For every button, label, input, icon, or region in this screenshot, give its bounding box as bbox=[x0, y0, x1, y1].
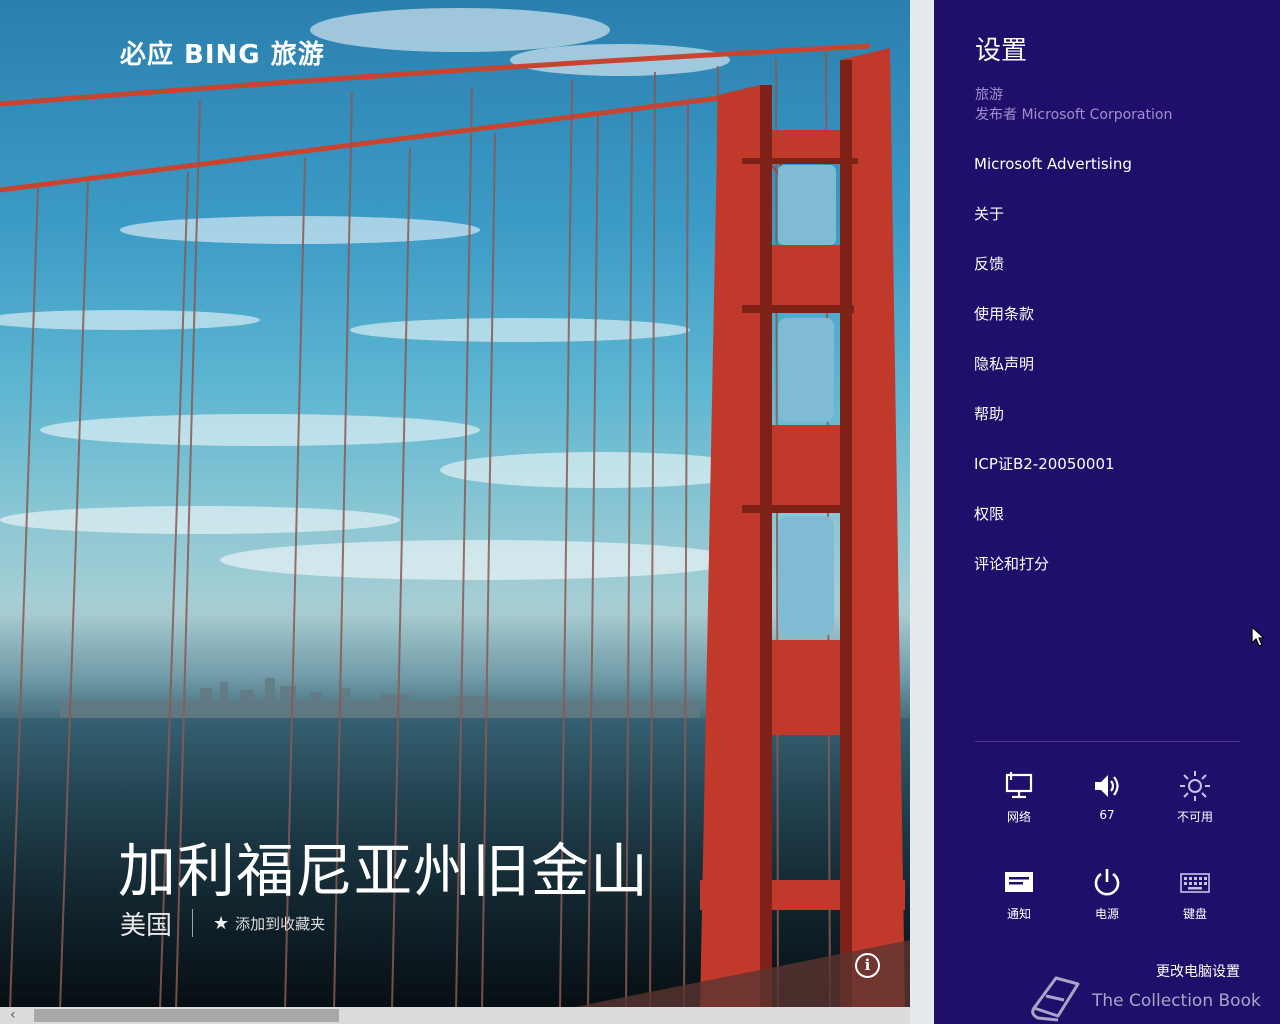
app-title: 必应 BING 旅游 bbox=[120, 40, 325, 70]
watermark-text: The Collection Book bbox=[1092, 991, 1261, 1011]
settings-item-help[interactable]: 帮助 bbox=[974, 402, 1254, 452]
watermark: The Collection Book bbox=[1028, 974, 1261, 1022]
settings-item-privacy[interactable]: 隐私声明 bbox=[974, 352, 1254, 402]
info-icon[interactable]: i bbox=[855, 953, 880, 978]
settings-title: 设置 bbox=[975, 36, 1028, 66]
settings-publisher: 发布者 Microsoft Corporation bbox=[975, 107, 1173, 123]
brightness-icon bbox=[1151, 768, 1239, 804]
keyboard-tile[interactable]: 键盘 bbox=[1151, 865, 1239, 922]
volume-tile[interactable]: 67 bbox=[1063, 768, 1151, 825]
brightness-label: 不可用 bbox=[1176, 810, 1213, 824]
destination-meta: 美国 ★ 添加到收藏夹 bbox=[120, 906, 325, 941]
network-tile[interactable]: 网络 bbox=[975, 768, 1063, 825]
power-label: 电源 bbox=[1094, 907, 1119, 921]
system-tiles: 网络 67 不可用 通知 电源 键盘 bbox=[975, 768, 1240, 962]
settings-menu: Microsoft Advertising 关于 反馈 使用条款 隐私声明 帮助… bbox=[974, 152, 1254, 602]
horizontal-scrollbar[interactable]: ‹ bbox=[0, 1007, 910, 1024]
power-icon bbox=[1063, 865, 1151, 901]
keyboard-icon bbox=[1151, 865, 1239, 901]
add-to-favorites-button[interactable]: ★ 添加到收藏夹 bbox=[213, 913, 325, 934]
network-label: 网络 bbox=[1006, 810, 1031, 824]
settings-item-icp[interactable]: ICP证B2-20050001 bbox=[974, 452, 1254, 502]
settings-separator bbox=[975, 741, 1240, 742]
settings-item-terms-of-use[interactable]: 使用条款 bbox=[974, 302, 1254, 352]
destination-country: 美国 bbox=[120, 910, 173, 941]
keyboard-label: 键盘 bbox=[1182, 907, 1207, 921]
mouse-cursor-icon bbox=[1251, 626, 1265, 647]
notifications-icon bbox=[975, 865, 1063, 901]
star-icon: ★ bbox=[213, 912, 230, 934]
brightness-tile[interactable]: 不可用 bbox=[1151, 768, 1239, 825]
settings-item-permissions[interactable]: 权限 bbox=[974, 502, 1254, 552]
volume-icon bbox=[1063, 768, 1151, 804]
meta-divider bbox=[192, 909, 194, 937]
settings-app-name: 旅游 bbox=[975, 87, 1003, 103]
power-tile[interactable]: 电源 bbox=[1063, 865, 1151, 922]
settings-charm-panel: 设置 旅游 发布者 Microsoft Corporation Microsof… bbox=[934, 0, 1280, 1024]
notifications-label: 通知 bbox=[1006, 907, 1031, 921]
app-edge-strip bbox=[910, 0, 934, 1024]
network-icon bbox=[975, 768, 1063, 804]
settings-item-microsoft-advertising[interactable]: Microsoft Advertising bbox=[974, 152, 1254, 202]
notifications-tile[interactable]: 通知 bbox=[975, 865, 1063, 922]
travel-app: 必应 BING 旅游 加利福尼亚州旧金山 美国 ★ 添加到收藏夹 i ‹ bbox=[0, 0, 910, 1024]
settings-item-about[interactable]: 关于 bbox=[974, 202, 1254, 252]
destination-title: 加利福尼亚州旧金山 bbox=[118, 837, 650, 905]
book-icon bbox=[1031, 976, 1080, 1022]
settings-item-feedback[interactable]: 反馈 bbox=[974, 252, 1254, 302]
scrollbar-thumb[interactable] bbox=[34, 1009, 339, 1022]
volume-label: 67 bbox=[1099, 808, 1115, 822]
scroll-left-arrow-icon[interactable]: ‹ bbox=[10, 1007, 16, 1024]
settings-item-rate-and-review[interactable]: 评论和打分 bbox=[974, 552, 1254, 602]
add-to-favorites-label: 添加到收藏夹 bbox=[235, 914, 326, 933]
